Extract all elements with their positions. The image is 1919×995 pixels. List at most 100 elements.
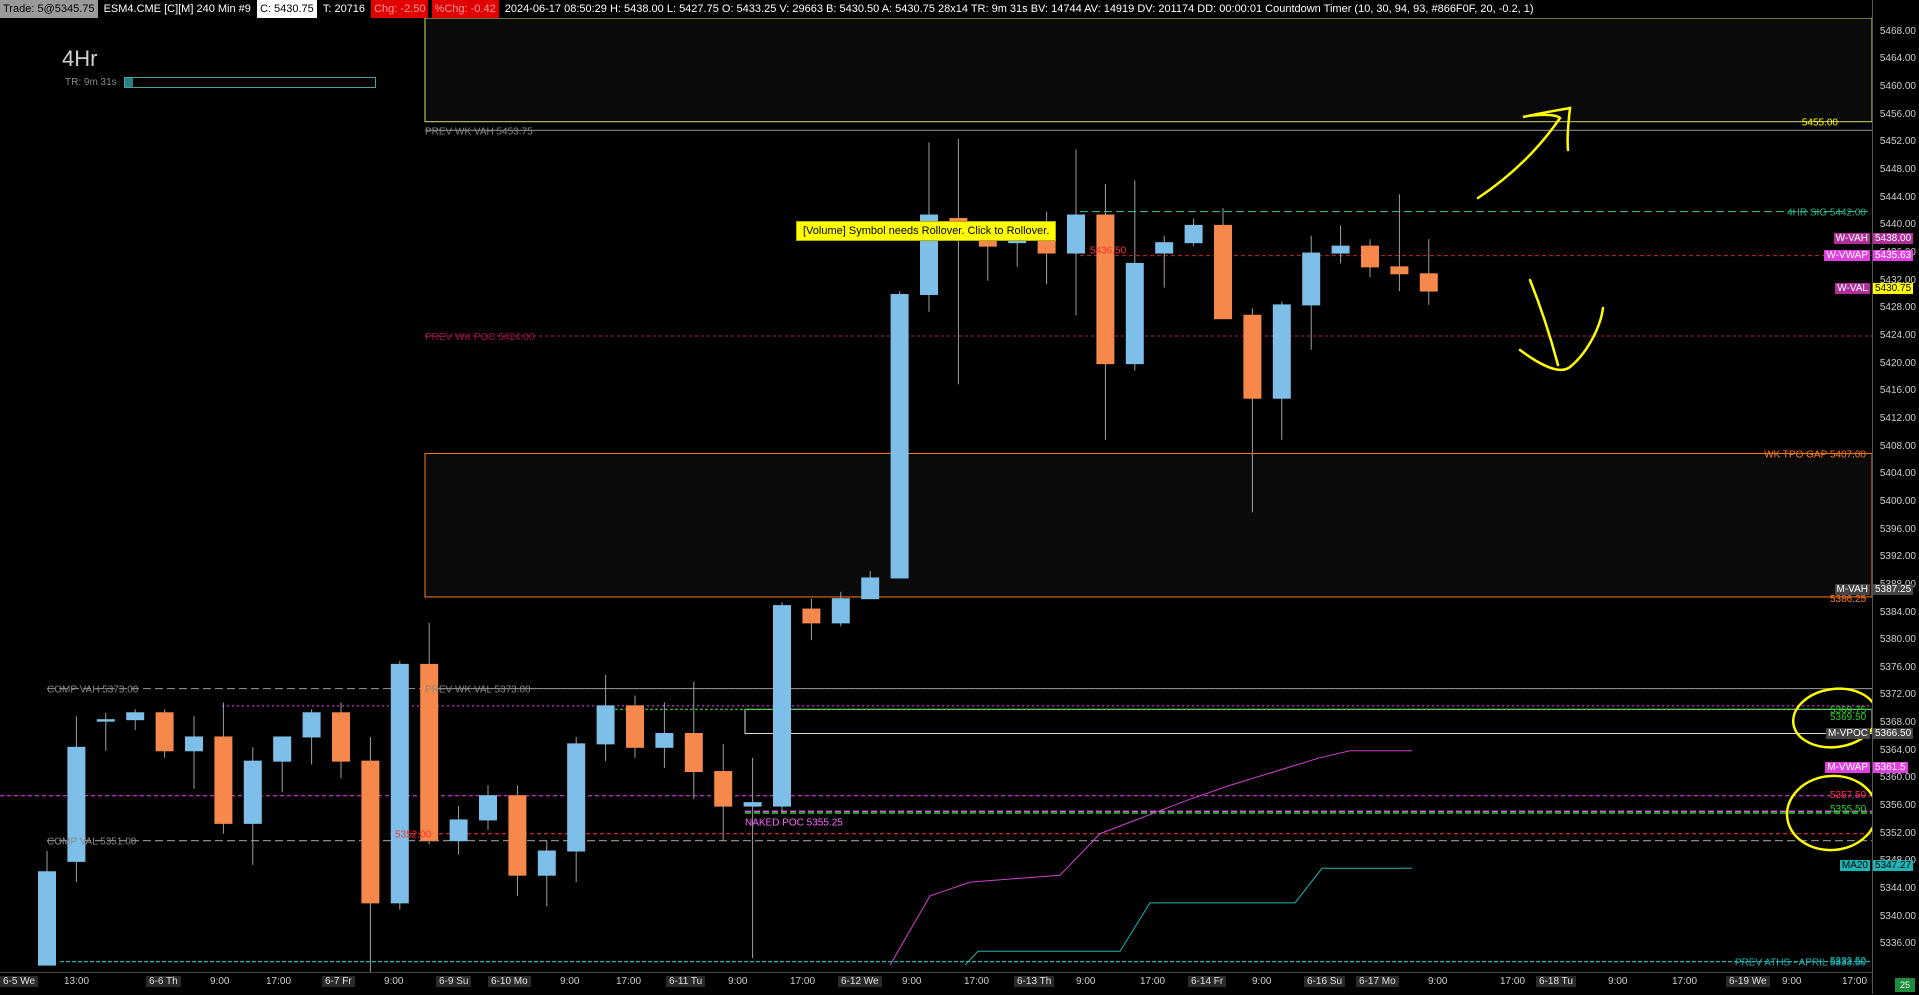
price-tick: 5372.00: [1879, 689, 1916, 701]
price-tag-label: M-VAH: [1834, 584, 1870, 596]
bar-stats: 2024-06-17 08:50:29 H: 5438.00 L: 5427.7…: [504, 3, 1534, 15]
level-label-comp-val: COMP VAL 5351.00: [47, 837, 137, 848]
candle-body: [508, 795, 527, 876]
time-tick: 9:00: [384, 976, 404, 987]
price-tick: 5384.00: [1879, 606, 1916, 618]
tick-count: T: 20716: [322, 3, 366, 15]
candle-body: [1184, 224, 1203, 244]
price-tick: 5352.00: [1879, 827, 1916, 839]
time-tick: 13:00: [64, 976, 90, 987]
candle-body: [126, 712, 145, 721]
candle-body: [1419, 273, 1438, 292]
time-tick: 17:00: [964, 976, 990, 987]
candle-body: [802, 608, 821, 624]
tpo-gap-zone: [424, 453, 1872, 598]
candle-body: [155, 712, 174, 752]
time-tick: 9:00: [728, 976, 748, 987]
time-tick: 6-12 We: [838, 976, 882, 987]
price-tick: 5360.00: [1879, 772, 1916, 784]
time-tick: 6-10 Mo: [488, 976, 531, 987]
candle-body: [214, 736, 233, 824]
time-tick: 9:00: [1782, 976, 1802, 987]
price-tick: 5408.00: [1879, 440, 1916, 452]
resistance-zone: [424, 17, 1872, 123]
price-tick: 5456.00: [1879, 108, 1916, 120]
level-label-prev-wk-val: PREV WK VAL 5373.00: [425, 685, 531, 696]
price-tick: 5416.00: [1879, 385, 1916, 397]
price-tick: 5452.00: [1879, 136, 1916, 148]
price-tag-value: 5387.25: [1873, 584, 1914, 596]
candle-body: [567, 743, 586, 852]
vpoc-zone: [744, 708, 1872, 734]
price-tick: 5400.00: [1879, 495, 1916, 507]
time-remaining-bar: [124, 77, 376, 88]
price-chart[interactable]: 5455.00 PREV WK VAH 5453.75 4HR SIG 5442.0…: [0, 0, 1872, 972]
price-tick: 5424.00: [1879, 330, 1916, 341]
price-tag-label: M-VWAP: [1825, 762, 1870, 774]
candle-body: [479, 795, 497, 821]
price-tag-label: W-VWAP: [1824, 249, 1870, 261]
corner-badge[interactable]: 25: [1895, 978, 1915, 992]
price-tick: 5464.00: [1879, 53, 1916, 65]
price-tick: 5440.00: [1879, 219, 1916, 231]
price-axis[interactable]: 5468.00 5464.00 5460.00 5456.00 5452.00 5448.…: [1872, 0, 1919, 994]
level-label-comp-vah: COMP VAH 5373.00: [47, 685, 139, 696]
price-tick: 5376.00: [1879, 661, 1916, 673]
inline-price-label: 5436.50: [1090, 246, 1127, 257]
price-tag-value: 5366.50: [1873, 727, 1914, 739]
rollover-button[interactable]: [Volume] Symbol needs Rollover. Click to…: [796, 221, 1057, 241]
time-tick: 6-9 Su: [436, 976, 472, 987]
time-remaining-label: TR: 9m 31s: [65, 77, 117, 88]
price-tag-value: 5369.50: [1830, 711, 1867, 723]
price-tag-value: 5435.63: [1873, 249, 1914, 261]
price-tick: 5468.00: [1879, 25, 1916, 37]
price-tick: 5460.00: [1879, 81, 1916, 93]
time-axis[interactable]: 6-5 We 13:00 6-6 Th 9:00 17:00 6-7 Fr 9:00 6-9 …: [0, 972, 1872, 995]
time-tick: 17:00: [616, 976, 642, 987]
candle-body: [655, 733, 674, 748]
price-tag-label: MA20: [1839, 860, 1870, 872]
time-tick: 9:00: [560, 976, 580, 987]
time-tick: 9:00: [1076, 976, 1096, 987]
candle-body: [361, 760, 380, 904]
time-tick: 17:00: [1140, 976, 1166, 987]
price-tag-value: 5386.25: [1830, 594, 1867, 606]
time-tick: 17:00: [1672, 976, 1698, 987]
price-tick: 5356.00: [1879, 800, 1916, 812]
price-tag-value: 5361.5: [1873, 762, 1908, 774]
candle-body: [390, 663, 409, 904]
candle-body: [1155, 242, 1174, 254]
last-trade: Trade: 5@5345.75: [0, 0, 98, 18]
price-tag-value: 5438.00: [1873, 233, 1914, 245]
symbol-info: ESM4.CME [C][M] 240 Min #9: [103, 3, 251, 15]
candle-body: [273, 736, 292, 762]
candle-body: [1125, 262, 1144, 365]
price-tick: 5340.00: [1879, 910, 1916, 922]
candle-body: [243, 760, 262, 824]
time-tick: 6-13 Th: [1014, 976, 1055, 987]
level-label-naked-poc: NAKED POC 5355.25: [745, 817, 843, 828]
price-tag-label: M-VPOC: [1826, 727, 1870, 739]
time-remaining-fill: [125, 78, 133, 87]
time-tick: 6-16 Su: [1304, 976, 1346, 987]
price-tick: 5336.00: [1879, 938, 1916, 950]
candle-body: [537, 850, 556, 876]
candle-body: [596, 705, 615, 745]
time-tick: 17:00: [1500, 976, 1526, 987]
close-price: C: 5430.75: [256, 0, 317, 18]
candle-body: [1390, 266, 1409, 275]
candle-body: [890, 294, 909, 579]
time-tick: 17:00: [1842, 976, 1868, 987]
candle-body: [96, 719, 115, 722]
candle-body: [861, 577, 880, 600]
price-tag-value: 5430.75: [1873, 283, 1914, 295]
candle-body: [185, 736, 203, 752]
level-label-4hr-sig: 4HR SIG 5442.00: [1787, 208, 1866, 219]
price-tag-value: 5357.50: [1830, 789, 1867, 801]
candle-body: [714, 771, 733, 807]
monthly-vwap-curve: [889, 750, 1412, 966]
change: Chg: -2.50: [371, 0, 429, 18]
time-tick: 6-5 We: [0, 976, 39, 987]
status-bar: Trade: 5@5345.75 ESM4.CME [C][M] 240 Min…: [0, 0, 1872, 18]
candle-body: [684, 733, 703, 773]
